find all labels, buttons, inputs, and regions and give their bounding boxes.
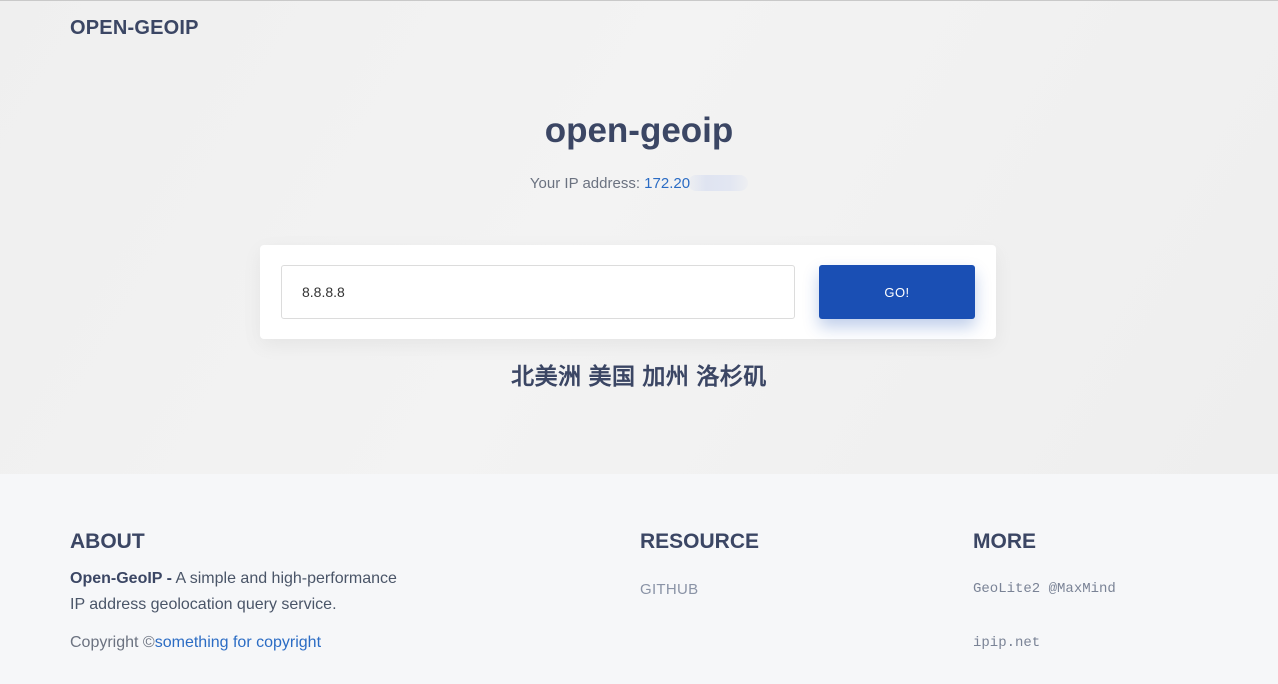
go-button[interactable]: GO! [819,265,975,319]
copyright: Copyright ©something for copyright [70,634,321,652]
ip-address-label: Your IP address: [529,175,645,192]
ip-search-input[interactable] [281,265,795,319]
footer: ABOUT Open-GeoIP - A simple and high-per… [0,474,1278,684]
copyright-prefix: Copyright © [70,634,155,651]
ip-address-value[interactable]: 172.20 [644,175,690,192]
hero-section: OPEN-GEOIP open-geoip Your IP address: 1… [0,1,1278,474]
copyright-link[interactable]: something for copyright [155,634,321,651]
about-line2: IP address geolocation query service. [70,596,337,613]
about-name: Open-GeoIP - [70,570,172,587]
ip-address-redacted [688,175,749,191]
about-description: Open-GeoIP - A simple and high-performan… [70,566,450,618]
ip-address-line: Your IP address: 172.20 [0,175,1278,192]
brand-logo[interactable]: OPEN-GEOIP [70,17,199,40]
about-line1: A simple and high-performance [171,570,397,587]
geolocation-result: 北美洲 美国 加州 洛杉矶 [511,363,767,389]
more-heading: MORE [973,530,1036,553]
github-link[interactable]: GITHUB [640,581,698,598]
resource-heading: RESOURCE [640,530,760,553]
ipip-link[interactable]: ipip.net [973,635,1040,651]
geolite2-link[interactable]: GeoLite2 @MaxMind [973,581,1116,597]
page-title: open-geoip [544,111,734,150]
about-heading: ABOUT [70,530,145,553]
search-card: GO! [260,245,996,339]
